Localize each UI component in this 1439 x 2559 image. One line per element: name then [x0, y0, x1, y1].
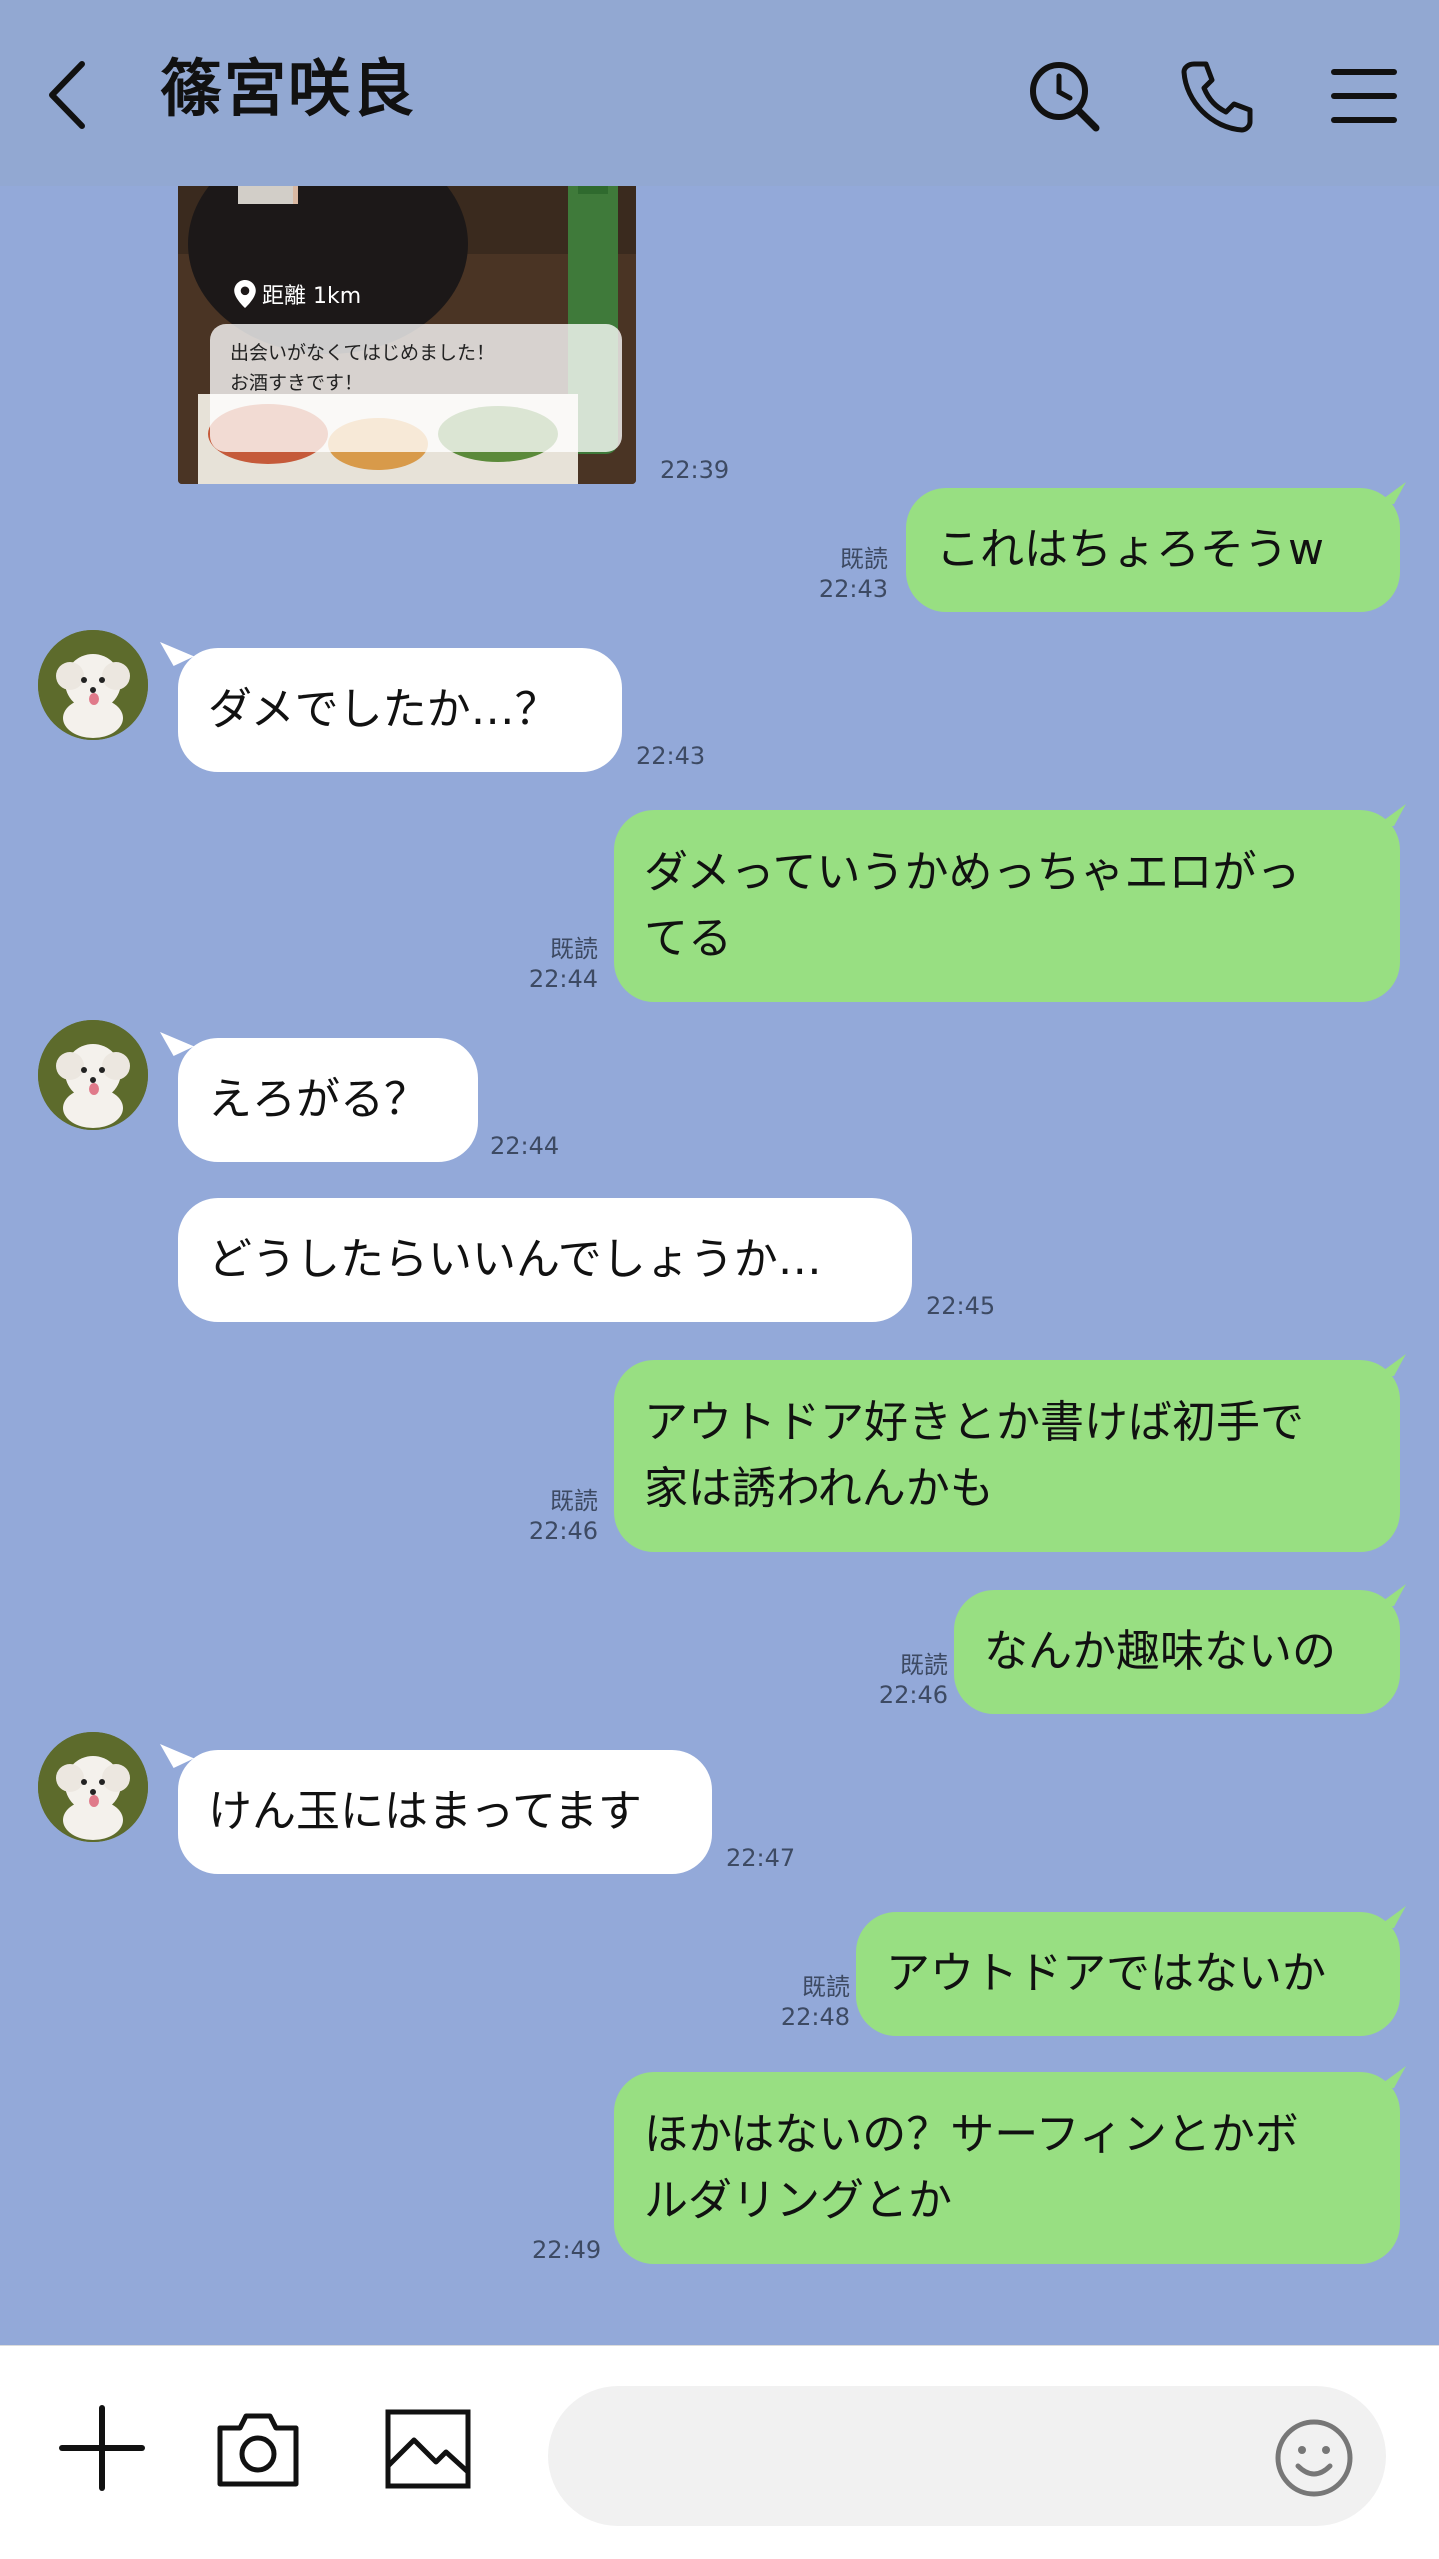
chat-header: 篠宮咲良 — [0, 0, 1439, 186]
chat-title: 篠宮咲良 — [160, 52, 417, 125]
incoming-message[interactable]: どうしたらいいんでしょうか… — [178, 1198, 912, 1322]
outgoing-message[interactable]: ダメっていうかめっちゃエロがっ てる — [614, 810, 1400, 1002]
emoji-icon — [1275, 2419, 1353, 2497]
camera-icon — [217, 2413, 299, 2487]
image-icon — [385, 2409, 471, 2489]
outgoing-message[interactable]: ほかはないの？サーフィンとかボ ルダリングとか — [614, 2072, 1400, 2264]
incoming-message[interactable]: えろがる？ — [178, 1038, 478, 1162]
phone-icon — [1181, 61, 1253, 133]
emoji-button[interactable] — [1272, 2416, 1356, 2500]
location-tag: 距離 1km — [234, 278, 361, 310]
add-button[interactable] — [54, 2400, 150, 2496]
menu-button[interactable] — [1324, 56, 1404, 136]
message-text: アウトドアではないか — [886, 1948, 1326, 1999]
camera-button[interactable] — [210, 2400, 306, 2496]
avatar[interactable] — [38, 1732, 148, 1842]
avatar[interactable] — [38, 1020, 148, 1130]
chevron-left-icon — [49, 61, 85, 129]
read-receipt: 既読 22:48 — [780, 1973, 850, 2031]
outgoing-message[interactable]: なんか趣味ないの — [954, 1590, 1400, 1714]
incoming-message[interactable]: けん玉にはまってます — [178, 1750, 712, 1874]
call-button[interactable] — [1176, 56, 1256, 136]
message-text: ダメっていうかめっちゃエロがっ てる — [644, 847, 1301, 964]
caption-line: 出会いがなくてはじめました！ — [230, 342, 496, 364]
message-time: 22:45 — [926, 1292, 996, 1320]
outgoing-message[interactable]: これはちょろそうw — [906, 488, 1400, 612]
message-time: 22:43 — [636, 742, 706, 770]
search-button[interactable] — [1024, 56, 1104, 136]
back-button[interactable] — [38, 50, 94, 140]
image-button[interactable] — [380, 2400, 476, 2496]
outgoing-message[interactable]: アウトドアではないか — [856, 1912, 1400, 2036]
message-text: ダメでしたか…？ — [208, 684, 559, 735]
outgoing-message[interactable]: アウトドア好きとか書けば初手で 家は誘われんかも — [614, 1360, 1400, 1552]
message-text: どうしたらいいんでしょうか… — [208, 1234, 822, 1285]
search-icon — [1030, 62, 1100, 132]
message-text: けん玉にはまってます — [208, 1786, 642, 1837]
pin-icon — [234, 280, 256, 308]
read-receipt: 既読 22:46 — [878, 1651, 948, 1709]
location-text: 距離 1km — [262, 284, 362, 309]
avatar[interactable] — [38, 630, 148, 740]
chat-area: 距離 1km 出会いがなくてはじめました！ お酒すきです！ 22:39 既読 22… — [0, 0, 1439, 2345]
message-text: なんか趣味ないの — [984, 1626, 1336, 1677]
menu-icon — [1331, 69, 1397, 123]
read-receipt: 既読 22:43 — [818, 545, 888, 603]
message-input-container[interactable] — [548, 2386, 1386, 2526]
message-text: ほかはないの？サーフィンとかボ ルダリングとか — [644, 2109, 1299, 2226]
message-text: これはちょろそうw — [936, 524, 1324, 575]
read-receipt: 既読 22:44 — [528, 935, 598, 993]
message-input[interactable] — [588, 2416, 1232, 2498]
caption-line: お酒すきです！ — [230, 372, 364, 394]
dog-avatar-image — [38, 1732, 148, 1842]
shared-photo[interactable]: 距離 1km 出会いがなくてはじめました！ お酒すきです！ — [178, 134, 636, 484]
read-receipt: 既読 22:46 — [528, 1487, 598, 1545]
message-time: 22:47 — [726, 1844, 796, 1872]
dog-avatar-image — [38, 1020, 148, 1130]
message-text: えろがる？ — [208, 1074, 428, 1125]
message-time: 22:39 — [660, 456, 730, 484]
dog-avatar-image — [38, 630, 148, 740]
message-composer — [0, 2345, 1439, 2559]
message-text: アウトドア好きとか書けば初手で 家は誘われんかも — [644, 1397, 1304, 1514]
message-time: 22:49 — [532, 2236, 602, 2264]
plus-icon — [59, 2405, 145, 2491]
incoming-message[interactable]: ダメでしたか…？ — [178, 648, 622, 772]
message-time: 22:44 — [490, 1132, 560, 1160]
profile-caption-card: 出会いがなくてはじめました！ お酒すきです！ — [210, 324, 622, 452]
